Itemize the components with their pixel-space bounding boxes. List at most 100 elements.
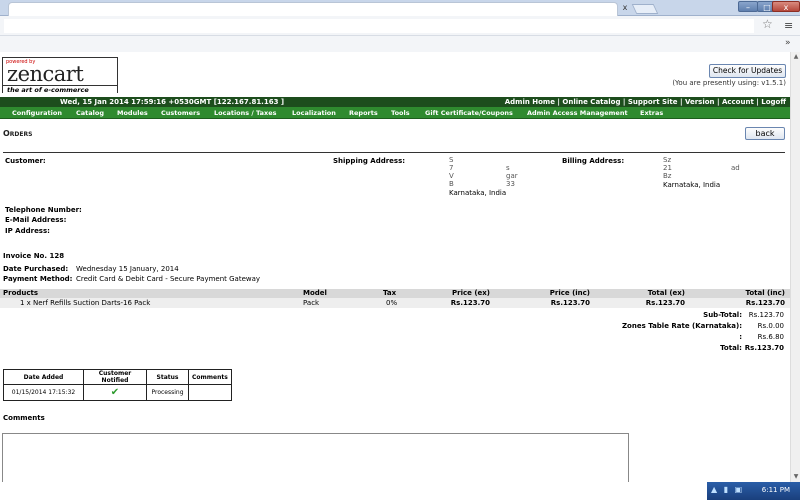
menu-reports[interactable]: Reports xyxy=(349,108,378,118)
email-label: E-Mail Address: xyxy=(5,216,67,224)
browser-tab[interactable] xyxy=(8,2,618,16)
taskbar: ▲ ▮ ▣ 6:11 PM xyxy=(0,482,800,500)
divider xyxy=(3,152,785,153)
menu-configuration[interactable]: Configuration xyxy=(12,108,62,118)
products-header-row: Products Model Tax Price (ex) Price (inc… xyxy=(0,289,790,298)
shipping-line-5: Karnataka, India xyxy=(449,189,507,197)
back-button[interactable]: back xyxy=(745,127,785,140)
history-comments xyxy=(188,384,232,401)
col-model: Model xyxy=(303,289,327,297)
scroll-up-icon[interactable]: ▲ xyxy=(791,52,800,62)
product-name: 1 x Nerf Refills Suction Darts-16 Pack xyxy=(20,299,151,307)
menu-catalog[interactable]: Catalog xyxy=(76,108,104,118)
page-content: powered by zencart the art of e-commerce… xyxy=(0,52,790,482)
product-price-ex: Rs.123.70 xyxy=(450,299,490,307)
check-updates-button[interactable]: Check for Updates xyxy=(709,64,786,78)
page-title: Orders xyxy=(3,129,33,138)
history-date: 01/15/2014 17:15:32 xyxy=(3,384,84,401)
tab-close-icon[interactable]: x xyxy=(620,3,630,13)
subtotal-value: Rs.123.70 xyxy=(748,311,784,319)
shipping-fragment-1: s xyxy=(506,164,510,172)
scroll-down-icon[interactable]: ▼ xyxy=(791,472,800,482)
window-close-button[interactable]: x xyxy=(772,1,800,12)
shipping-line-4: B xyxy=(449,180,454,188)
payment-method-label: Payment Method: xyxy=(3,275,73,283)
ip-label: IP Address: xyxy=(5,227,50,235)
col-price-inc: Price (inc) xyxy=(549,289,590,297)
shipping-total-value: Rs.0.00 xyxy=(757,322,784,330)
menu-modules[interactable]: Modules xyxy=(117,108,148,118)
admin-top-bar: Wed, 15 Jan 2014 17:59:16 +0530GMT [122.… xyxy=(0,97,790,107)
product-price-inc: Rs.123.70 xyxy=(550,299,590,307)
history-col-notified: Customer Notified xyxy=(83,369,147,385)
billing-line-2: 21 xyxy=(663,164,672,172)
system-tray: ▲ ▮ ▣ 6:11 PM xyxy=(707,482,800,500)
billing-line-3: Bz xyxy=(663,172,672,180)
new-tab-button[interactable] xyxy=(631,4,659,14)
billing-line-1: Sz xyxy=(663,156,672,164)
history-col-date: Date Added xyxy=(3,369,84,385)
invoice-number: Invoice No. 128 xyxy=(3,252,65,260)
clock[interactable]: 6:11 PM xyxy=(762,486,790,494)
page-scrollbar[interactable]: ▲ ▼ xyxy=(790,52,800,482)
product-total-inc: Rs.123.70 xyxy=(745,299,785,307)
menu-gift-certificates[interactable]: Gift Certificate/Coupons xyxy=(425,108,513,118)
zencart-logo[interactable]: powered by zencart the art of e-commerce xyxy=(2,57,118,94)
shipping-fragment-2: gar xyxy=(506,172,518,180)
address-bar[interactable] xyxy=(4,19,754,33)
menu-admin-access[interactable]: Admin Access Management xyxy=(527,108,628,118)
product-total-ex: Rs.123.70 xyxy=(645,299,685,307)
product-model: Pack xyxy=(303,299,320,307)
bookmark-star-icon[interactable]: ☆ xyxy=(762,17,773,31)
tray-icons[interactable]: ▲ ▮ ▣ xyxy=(711,485,744,494)
bookmarks-overflow-icon[interactable]: » xyxy=(785,38,791,48)
browser-tab-strip: x – □ x xyxy=(0,0,800,16)
admin-menu-bar: Configuration Catalog Modules Customers … xyxy=(0,107,790,119)
telephone-label: Telephone Number: xyxy=(5,206,82,214)
history-col-status: Status xyxy=(146,369,189,385)
logo-wordmark: zencart xyxy=(7,62,84,86)
col-tax: Tax xyxy=(383,289,397,297)
tax-total-label: : xyxy=(739,333,742,341)
table-row: 1 x Nerf Refills Suction Darts-16 Pack P… xyxy=(0,298,790,308)
shipping-fragment-3: 33 xyxy=(506,180,515,188)
grand-total-value: Rs.123.70 xyxy=(744,344,784,352)
checkmark-icon: ✔ xyxy=(110,387,120,398)
comments-textarea[interactable] xyxy=(2,433,629,482)
shipping-line-3: V xyxy=(449,172,454,180)
billing-line-4: Karnataka, India xyxy=(663,181,721,189)
shipping-line-1: S xyxy=(449,156,454,164)
version-note: (You are presently using: v1.5.1) xyxy=(672,79,786,87)
col-total-inc: Total (inc) xyxy=(745,289,786,297)
menu-locations-taxes[interactable]: Locations / Taxes xyxy=(214,108,277,118)
tax-total-value: Rs.6.80 xyxy=(757,333,784,341)
product-tax: 0% xyxy=(386,299,398,307)
logo-tagline: the art of e-commerce xyxy=(3,85,117,94)
menu-localization[interactable]: Localization xyxy=(292,108,336,118)
bookmarks-bar xyxy=(0,36,800,52)
menu-customers[interactable]: Customers xyxy=(161,108,200,118)
browser-menu-icon[interactable]: ≡ xyxy=(784,19,793,32)
history-notified: ✔ xyxy=(83,384,147,401)
grand-total-label: Total: xyxy=(720,344,742,352)
comments-label: Comments xyxy=(3,414,45,422)
payment-method-value: Credit Card & Debit Card - Secure Paymen… xyxy=(76,275,261,283)
menu-extras[interactable]: Extras xyxy=(640,108,663,118)
col-products: Products xyxy=(3,289,39,297)
admin-links[interactable]: Admin Home | Online Catalog | Support Si… xyxy=(505,97,786,107)
table-row: 01/15/2014 17:15:32 ✔ Processing xyxy=(3,384,232,401)
date-purchased-label: Date Purchased: xyxy=(3,265,69,273)
customer-label: Customer: xyxy=(5,157,46,165)
shipping-label: Shipping Address: xyxy=(333,157,406,165)
menu-tools[interactable]: Tools xyxy=(391,108,410,118)
subtotal-label: Sub-Total: xyxy=(703,311,742,319)
shipping-line-2: 7 xyxy=(449,164,454,172)
minimize-button[interactable]: – xyxy=(738,1,758,12)
history-col-comments: Comments xyxy=(188,369,232,385)
col-price-ex: Price (ex) xyxy=(452,289,490,297)
billing-fragment-1: ad xyxy=(731,164,740,172)
billing-label: Billing Address: xyxy=(562,157,625,165)
status-history-table: Date Added Customer Notified Status Comm… xyxy=(3,369,232,401)
col-total-ex: Total (ex) xyxy=(647,289,685,297)
browser-toolbar xyxy=(0,16,800,36)
